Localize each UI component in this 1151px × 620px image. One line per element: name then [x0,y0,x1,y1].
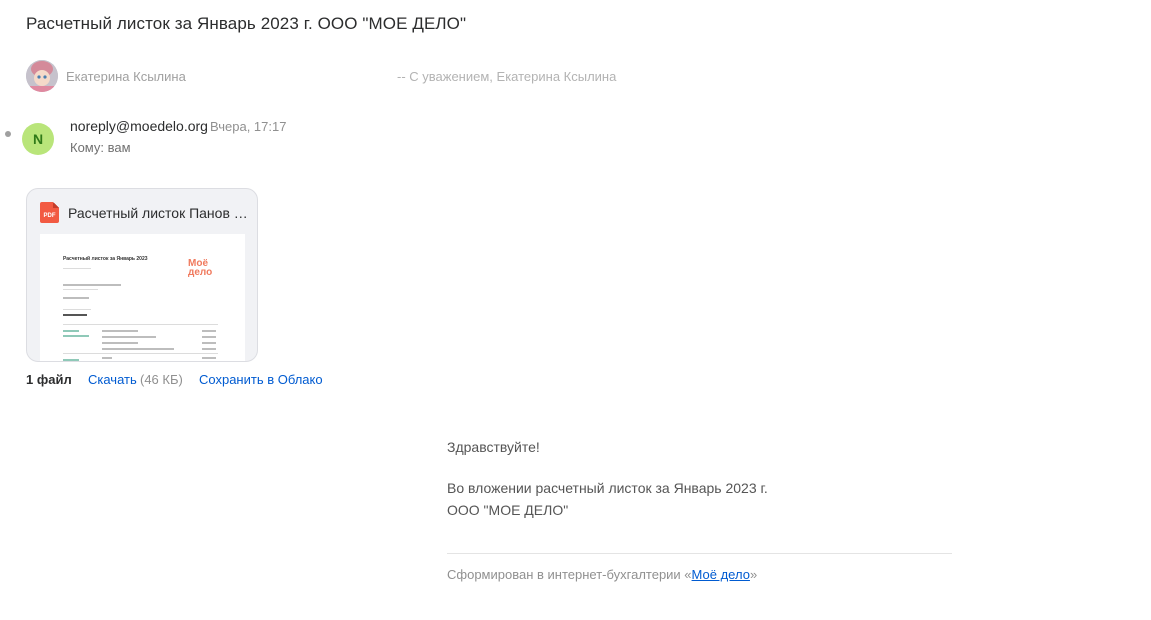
sender-avatar[interactable]: N [22,123,54,155]
thread-sender-name: Екатерина Ксылина [66,69,186,84]
attachment-name: Расчетный листок Панов С... [68,205,248,221]
avatar [26,60,58,92]
download-link[interactable]: Скачать [88,372,137,387]
footer-prefix: Сформирован в интернет-бухгалтерии « [447,567,692,582]
pdf-file-icon: PDF [40,202,59,223]
files-count: 1 файл [26,372,72,387]
preview-title: Расчетный листок за Январь 2023 [63,256,148,262]
unread-dot-icon[interactable] [5,131,11,137]
body-line-2: ООО "МОЕ ДЕЛО" [447,502,569,518]
body-greeting: Здравствуйте! [447,439,540,455]
body-line-1: Во вложении расчетный листок за Январь 2… [447,480,768,496]
download-size: (46 КБ) [140,372,183,387]
sender-email[interactable]: noreply@moedelo.org [70,118,208,134]
footer-note: Сформирован в интернет-бухгалтерии «Моё … [447,567,757,582]
recipient-line[interactable]: Кому: вам [70,140,131,155]
attachment-preview[interactable]: Расчетный листок за Январь 2023 Моё дело [40,234,245,361]
moedelo-link[interactable]: Моё дело [692,567,750,582]
footer-suffix: » [749,567,758,582]
attachment-card[interactable]: PDF Расчетный листок Панов С... Расчетны… [26,188,258,362]
message-time: Вчера, 17:17 [210,119,287,134]
email-subject: Расчетный листок за Январь 2023 г. ООО "… [26,14,467,33]
body-divider [447,553,952,554]
thread-snippet: -- С уважением, Екатерина Ксылина [397,69,617,84]
thread-previous-message[interactable]: Екатерина Ксылина -- С уважением, Екатер… [26,60,726,93]
save-to-cloud-link[interactable]: Сохранить в Облако [199,372,323,387]
preview-logo: Моё дело [188,258,213,278]
